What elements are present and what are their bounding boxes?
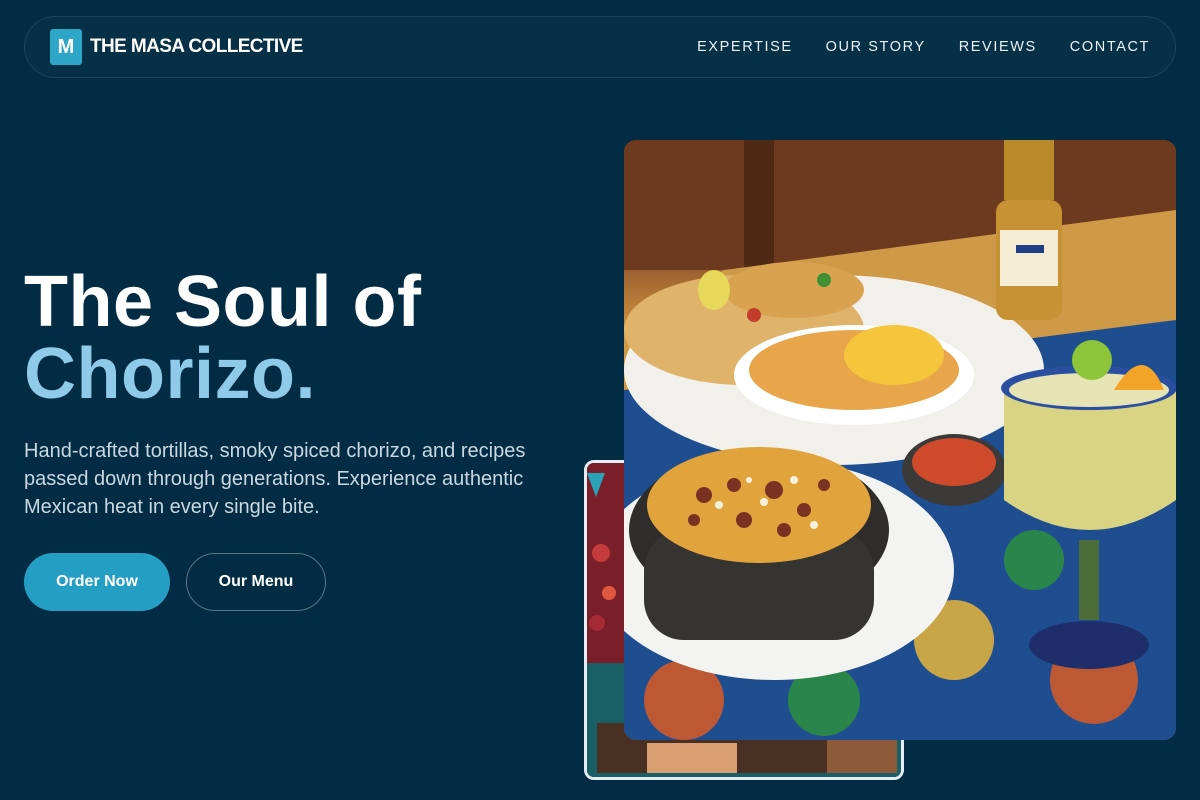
hero-headline: The Soul of Chorizo. — [24, 266, 421, 410]
top-navigation: M THE MASA COLLECTIVE EXPERTISE OUR STOR… — [24, 16, 1176, 78]
order-now-button[interactable]: Order Now — [24, 553, 170, 611]
nav-link-reviews[interactable]: REVIEWS — [959, 39, 1037, 55]
mexican-food-table-photo — [624, 140, 1176, 740]
brand-mark-icon: M — [50, 29, 82, 65]
nav-link-our-story[interactable]: OUR STORY — [826, 39, 926, 55]
nav-links: EXPERTISE OUR STORY REVIEWS CONTACT — [697, 39, 1150, 55]
nav-link-contact[interactable]: CONTACT — [1070, 39, 1150, 55]
hero-subtitle: Hand-crafted tortillas, smoky spiced cho… — [24, 440, 526, 518]
food-table-illustration — [624, 140, 1176, 740]
nav-link-expertise[interactable]: EXPERTISE — [697, 39, 793, 55]
brand-logo[interactable]: M THE MASA COLLECTIVE — [50, 29, 303, 65]
hero-headline-line1: The Soul of — [24, 262, 422, 342]
brand-name: THE MASA COLLECTIVE — [90, 36, 303, 57]
our-menu-button[interactable]: Our Menu — [186, 553, 326, 611]
hero-headline-line2: Chorizo. — [24, 334, 316, 414]
